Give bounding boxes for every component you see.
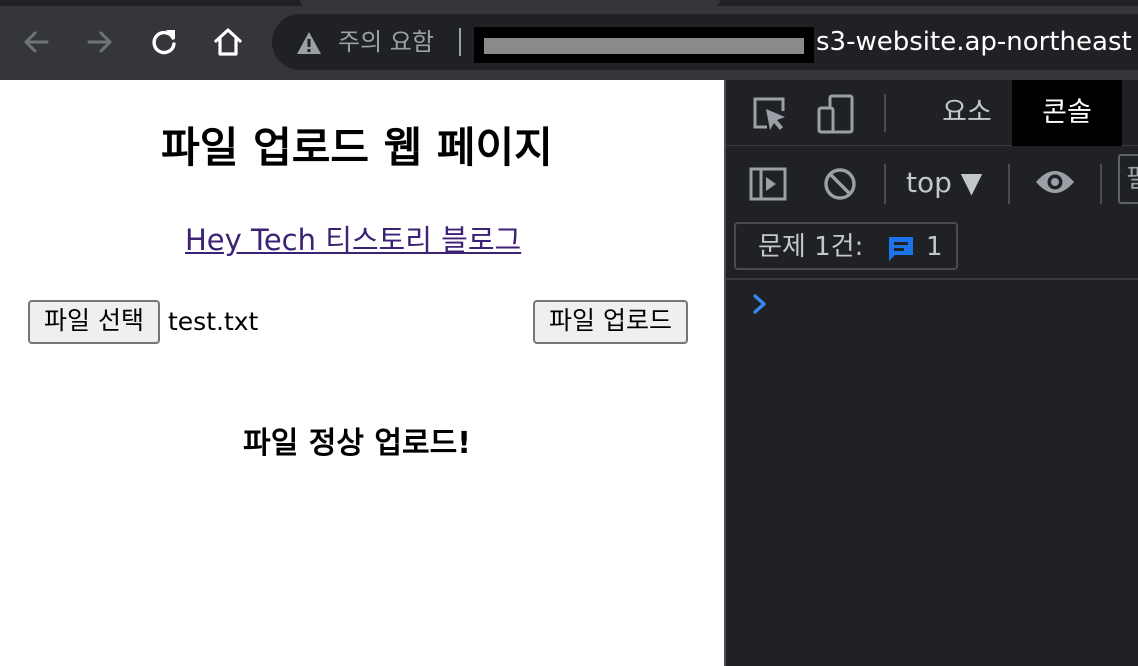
reload-icon — [152, 30, 176, 55]
redacted-url-part — [474, 27, 814, 63]
warning-icon[interactable] — [296, 31, 322, 55]
active-tab-edge — [300, 0, 720, 6]
filter-input[interactable]: 필 — [1118, 154, 1138, 204]
issues-button[interactable]: 문제 1건: 1 — [734, 222, 958, 270]
security-warning-text[interactable]: 주의 요함 — [338, 26, 434, 58]
devtools-panel: 요소 콘솔 top ▼ 필 문제 1건: 1 — [724, 80, 1138, 666]
choose-file-button[interactable]: 파일 선택 — [28, 300, 160, 344]
tab-console[interactable]: 콘솔 — [1012, 80, 1122, 146]
browser-toolbar: 주의 요함 s3-website.ap-northeast — [0, 0, 1138, 80]
address-divider — [459, 28, 461, 56]
console-toolbar-separator — [1008, 164, 1010, 204]
message-icon — [889, 237, 913, 261]
tab-separator — [884, 94, 886, 132]
home-icon — [214, 28, 242, 56]
devtools-tab-bar: 요소 콘솔 — [726, 80, 1138, 146]
filter-placeholder: 필 — [1126, 164, 1138, 194]
clear-console-button[interactable] — [818, 162, 862, 206]
issues-count: 1 — [926, 232, 943, 262]
back-button[interactable] — [16, 22, 56, 62]
device-toolbar-button[interactable] — [814, 92, 858, 136]
inspect-element-button[interactable] — [748, 92, 792, 136]
console-toolbar: top ▼ 필 — [726, 146, 1138, 222]
console-toolbar-separator — [884, 164, 886, 204]
page-viewport: 파일 업로드 웹 페이지 Hey Tech 티스토리 블로그 파일 선택 tes… — [0, 80, 724, 666]
issues-label: 문제 1건: — [758, 232, 864, 262]
url-text[interactable]: s3-website.ap-northeast — [816, 24, 1132, 60]
block-icon — [824, 168, 856, 200]
console-toolbar-separator — [1100, 164, 1102, 204]
upload-status-message: 파일 정상 업로드! — [243, 426, 471, 461]
inspect-cursor-icon — [753, 97, 785, 130]
reload-button[interactable] — [144, 22, 184, 62]
chosen-file-name: test.txt — [168, 307, 259, 336]
address-bar[interactable]: 주의 요함 s3-website.ap-northeast — [272, 14, 1138, 70]
page-title: 파일 업로드 웹 페이지 — [161, 123, 553, 172]
sidebar-icon — [749, 167, 787, 201]
toggle-sidebar-button[interactable] — [746, 162, 790, 206]
arrow-right-icon — [87, 31, 112, 53]
js-context-selector[interactable]: top ▼ — [906, 164, 982, 202]
tab-elements[interactable]: 요소 — [924, 80, 1010, 146]
device-mode-icon — [817, 94, 854, 134]
forward-button[interactable] — [80, 22, 120, 62]
home-button[interactable] — [208, 22, 248, 62]
blog-link[interactable]: Hey Tech 티스토리 블로그 — [185, 222, 521, 258]
upload-button[interactable]: 파일 업로드 — [533, 300, 688, 344]
issues-bar: 문제 1건: 1 — [726, 222, 1138, 280]
tab-strip — [0, 0, 1138, 6]
live-expression-button[interactable] — [1030, 160, 1080, 204]
console-prompt-icon[interactable] — [750, 292, 770, 316]
arrow-left-icon — [24, 31, 49, 53]
eye-icon — [1036, 171, 1074, 193]
